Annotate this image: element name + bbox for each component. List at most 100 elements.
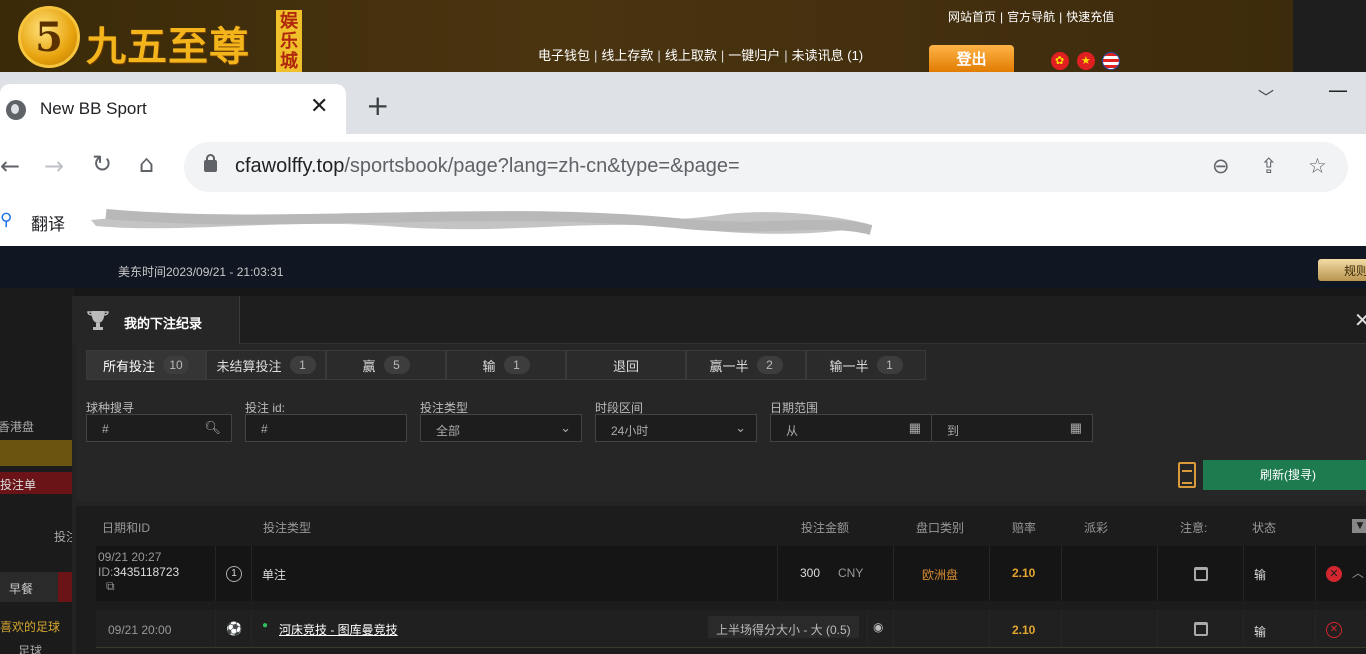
- logout-button[interactable]: 登出: [929, 45, 1014, 72]
- sport-search-input[interactable]: # 🔍︎: [86, 414, 232, 442]
- tab-all-bets[interactable]: 所有投注 10: [86, 350, 206, 380]
- globe-icon: [6, 100, 26, 120]
- site-logo-badge: 娱乐城: [276, 10, 302, 72]
- cell-notes: [1158, 546, 1244, 601]
- rules-button[interactable]: 规则: [1318, 259, 1366, 281]
- calendar-icon[interactable]: ▦: [909, 420, 921, 436]
- url-text[interactable]: cfawolffy.top/sportsbook/page?lang=zh-cn…: [235, 155, 740, 178]
- period-select[interactable]: 24小时 ⌄: [595, 414, 757, 442]
- chevron-down-icon: ⌄: [560, 420, 571, 435]
- tab-unsettled[interactable]: 未结算投注 1: [206, 350, 326, 380]
- cell-amount: 300 CNY: [778, 546, 894, 601]
- address-bar[interactable]: cfawolffy.top/sportsbook/page?lang=zh-cn…: [184, 142, 1348, 192]
- sidebar-betslip[interactable]: 投注单: [0, 472, 74, 494]
- link-one-click-return[interactable]: 一键归户: [728, 48, 780, 63]
- sidebar-hk-odds[interactable]: 香港盘: [0, 418, 34, 435]
- bookmark-translate[interactable]: 翻译: [31, 210, 65, 235]
- cell-leg-odds: 2.10: [990, 610, 1062, 647]
- filter-area: 所有投注 10 未结算投注 1 赢5 输1 退回 赢一半 2 输一半 1 球种搜寻 # 🔍…: [76, 344, 1366, 502]
- match-link[interactable]: 河床竞技 - 图库曼竞技: [279, 621, 398, 638]
- link-quick-recharge[interactable]: 快速充值: [1066, 10, 1114, 24]
- chevron-down-icon[interactable]: ﹀: [1258, 84, 1274, 108]
- lost-icon: ✕: [1326, 622, 1342, 638]
- zoom-out-icon[interactable]: ⊖: [1212, 154, 1230, 178]
- time-bar: 美东时间2023/09/21 - 21:03:31 规则: [0, 246, 1366, 288]
- bet-id-input[interactable]: #: [245, 414, 407, 442]
- browser-tab[interactable]: New BB Sport ✕: [0, 84, 346, 134]
- us-flag-icon[interactable]: [1102, 52, 1120, 70]
- note-icon[interactable]: [1194, 622, 1208, 636]
- market-type: 欧洲盘: [922, 568, 959, 582]
- date-to-input[interactable]: 到 ▦: [931, 414, 1093, 442]
- copy-icon[interactable]: ⧉: [106, 579, 115, 594]
- table-row[interactable]: 09/21 20:27 ID:3435118723 ⧉ 1 单注 300 CNY…: [96, 546, 1366, 601]
- trophy-icon: [87, 311, 109, 330]
- bet-type-select[interactable]: 全部 ⌄: [420, 414, 582, 442]
- document-icon[interactable]: [1178, 462, 1196, 488]
- cell-leg-status: 输: [1244, 610, 1316, 647]
- modal-title: 我的下注纪录: [124, 316, 203, 331]
- cell-payout: [1062, 546, 1158, 601]
- site-main-links: 电子钱包 | 线上存款 | 线上取款 | 一键归户 | 未读讯息 (1): [538, 48, 864, 63]
- leg-status: 输: [1254, 625, 1267, 639]
- cn-flag-icon[interactable]: ★: [1077, 52, 1095, 70]
- status-tabs: 所有投注 10 未结算投注 1 赢5 输1 退回 赢一半 2 输一半 1: [86, 350, 926, 380]
- star-icon[interactable]: ☆: [1308, 154, 1327, 178]
- tab-refund[interactable]: 退回: [566, 350, 686, 380]
- home-icon[interactable]: ⌂: [139, 150, 154, 178]
- forward-arrow-icon[interactable]: →: [44, 152, 64, 180]
- lock-icon[interactable]: [204, 154, 217, 172]
- redaction-scribble: [91, 209, 873, 235]
- chevron-up-icon[interactable]: ︿: [1352, 564, 1364, 581]
- minimize-icon[interactable]: —: [1328, 78, 1348, 102]
- calendar-icon[interactable]: ▦: [1070, 420, 1082, 436]
- col-date-id: 日期和ID: [102, 521, 151, 535]
- close-icon[interactable]: ✕: [1354, 308, 1366, 332]
- tab-title: New BB Sport: [40, 99, 147, 118]
- table-row-leg[interactable]: 09/21 20:00 ⚽ ● 河床竞技 - 图库曼竞技 上半场得分大小 - 大…: [96, 610, 1366, 648]
- tab-close-icon[interactable]: ✕: [310, 94, 328, 119]
- refresh-search-button[interactable]: 刷新(搜寻): [1203, 460, 1366, 490]
- link-unread-messages[interactable]: 未读讯息 (1): [792, 48, 864, 63]
- reload-icon[interactable]: ↻: [92, 150, 112, 178]
- date-from-input[interactable]: 从 ▦: [770, 414, 932, 442]
- bet-amount: 300: [800, 566, 821, 580]
- banner-edge: [1293, 0, 1366, 72]
- link-official-nav[interactable]: 官方导航: [1007, 10, 1055, 24]
- legs-count-icon: 1: [226, 566, 242, 582]
- bet-history-modal: 我的下注纪录 ✕ 所有投注 10 未结算投注 1 赢5 输1 退回 赢一半 2 输一半…: [72, 296, 1366, 654]
- soccer-ball-icon: ⚽: [226, 621, 243, 636]
- search-icon[interactable]: ⚲: [0, 210, 12, 230]
- note-icon[interactable]: [1194, 567, 1208, 581]
- new-tab-button[interactable]: +: [366, 92, 389, 120]
- bet-odds: 2.10: [1012, 566, 1036, 580]
- hk-flag-icon[interactable]: ✿: [1051, 52, 1069, 70]
- chevron-down-icon[interactable]: ▼: [1352, 519, 1366, 533]
- link-withdraw[interactable]: 线上取款: [665, 48, 717, 63]
- tab-lose[interactable]: 输1: [446, 350, 566, 380]
- link-home[interactable]: 网站首页: [948, 10, 996, 24]
- cell-odds: 2.10: [990, 546, 1062, 601]
- share-icon[interactable]: ⇪: [1260, 154, 1278, 178]
- bet-type: 单注: [262, 568, 287, 582]
- cell-market: 欧洲盘: [894, 546, 990, 601]
- tab-win[interactable]: 赢5: [326, 350, 446, 380]
- sidebar-fav-football[interactable]: 喜欢的足球: [0, 618, 60, 635]
- sidebar-football[interactable]: 足球: [18, 642, 42, 654]
- cell-leg-payout: [1062, 610, 1158, 647]
- bet-status: 输: [1254, 568, 1267, 582]
- tab-half-lose[interactable]: 输一半 1: [806, 350, 926, 380]
- back-arrow-icon[interactable]: ←: [0, 152, 20, 180]
- search-icon[interactable]: 🔍︎: [204, 420, 221, 436]
- sportsbook-page: 美东时间2023/09/21 - 21:03:31 规则 香港盘 投注单 投注 …: [0, 246, 1366, 654]
- sidebar-highlight-bar: [0, 440, 74, 466]
- chevron-down-icon: ⌄: [735, 420, 746, 435]
- bet-table: 日期和ID 投注类型 投注金额 盘口类别 赔率 派彩 注意: 状态 ▼ 09/2…: [76, 506, 1366, 654]
- cell-leg-sport: ⚽: [216, 610, 252, 647]
- link-deposit[interactable]: 线上存款: [601, 48, 653, 63]
- link-e-wallet[interactable]: 电子钱包: [538, 48, 590, 63]
- site-logo-icon[interactable]: 5: [18, 6, 80, 68]
- tab-half-win[interactable]: 赢一半 2: [686, 350, 806, 380]
- info-icon[interactable]: ◉: [873, 620, 883, 634]
- sidebar-early[interactable]: 早餐: [0, 572, 60, 602]
